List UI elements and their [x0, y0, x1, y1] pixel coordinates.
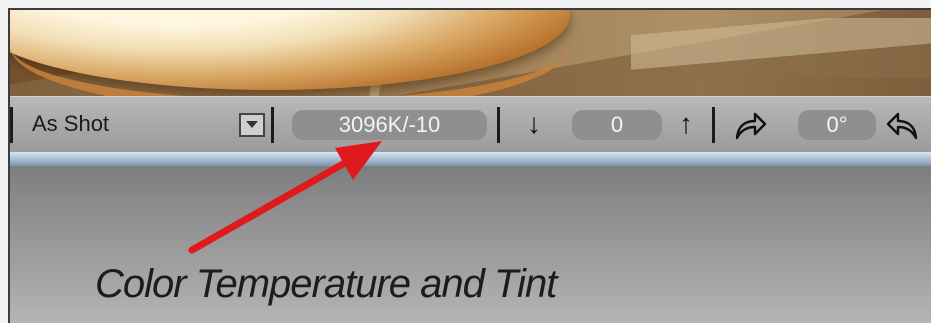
preset-dropdown-button[interactable]	[239, 113, 265, 137]
temperature-tint-field[interactable]: 3096K/-10	[292, 110, 487, 140]
photo-table-rim	[10, 10, 570, 96]
toolbar-bottom-edge	[10, 152, 931, 166]
straighten-field[interactable]: 0	[572, 110, 662, 140]
arrow-down-icon[interactable]: ↓	[527, 109, 541, 139]
screenshot-frame: As Shot 3096K/-10 ↓ 0 ↑ 0° Color Tempera…	[0, 0, 931, 323]
white-balance-toolbar: As Shot 3096K/-10 ↓ 0 ↑ 0°	[10, 96, 931, 152]
rotate-left-icon[interactable]	[885, 108, 921, 142]
toolbar-separator	[271, 107, 274, 143]
white-balance-preset[interactable]: As Shot	[32, 111, 109, 137]
toolbar-separator	[10, 107, 13, 143]
toolbar-separator	[497, 107, 500, 143]
annotation-caption: Color Temperature and Tint	[95, 262, 557, 306]
chevron-down-icon	[246, 121, 258, 128]
photo-tile	[631, 18, 931, 78]
rotate-right-icon[interactable]	[732, 108, 768, 142]
toolbar-separator	[712, 107, 715, 143]
photo-preview	[10, 10, 931, 96]
rotation-field[interactable]: 0°	[798, 110, 876, 140]
arrow-up-icon[interactable]: ↑	[679, 109, 693, 139]
